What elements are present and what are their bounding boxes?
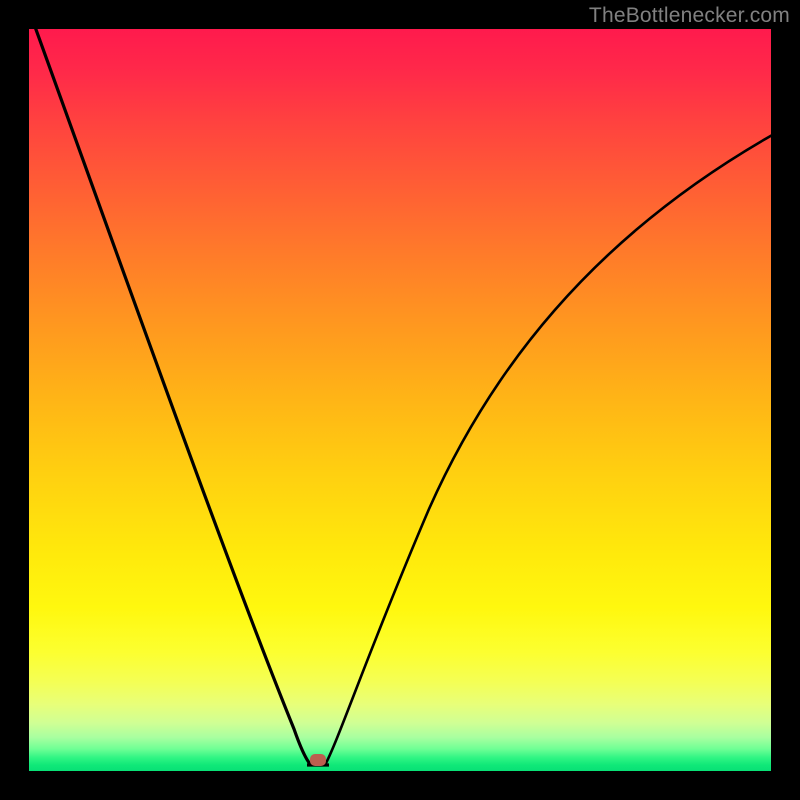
curve-left-branch	[34, 29, 311, 765]
bottleneck-marker	[310, 754, 326, 766]
chart-area	[29, 29, 771, 771]
watermark-text: TheBottlenecker.com	[589, 4, 790, 28]
bottleneck-curve	[29, 29, 771, 771]
curve-right-branch	[325, 134, 771, 765]
